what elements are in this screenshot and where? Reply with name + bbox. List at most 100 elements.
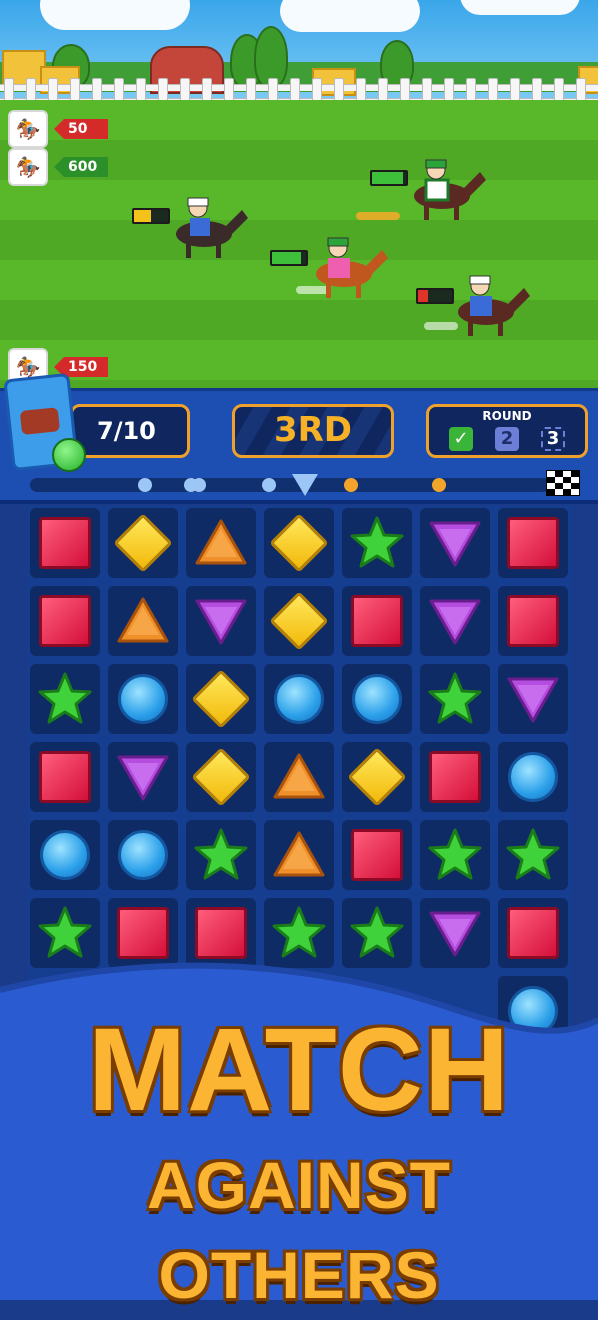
board-cell[interactable]: [186, 898, 256, 968]
red-gem-icon: [39, 517, 91, 569]
board-cell[interactable]: [186, 820, 256, 890]
board-cell[interactable]: [186, 742, 256, 812]
board-cell[interactable]: [108, 508, 178, 578]
board-cell[interactable]: [186, 664, 256, 734]
blue-gem-icon: [352, 674, 402, 724]
horse-racer: [176, 197, 248, 258]
red-gem-icon: [117, 907, 169, 959]
opponent-progress-marker: [262, 478, 276, 492]
board-cell[interactable]: [420, 586, 490, 656]
yellow-gem-icon: [113, 513, 173, 573]
board-cell[interactable]: [420, 508, 490, 578]
board-cell[interactable]: [108, 820, 178, 890]
red-gem-icon: [429, 751, 481, 803]
board-cell[interactable]: [186, 508, 256, 578]
red-gem-icon: [351, 829, 403, 881]
board-cell[interactable]: [30, 586, 100, 656]
board-cell[interactable]: [108, 664, 178, 734]
red-gem-icon: [351, 595, 403, 647]
cloud: [280, 0, 420, 32]
round-label: ROUND: [482, 409, 532, 423]
board-cell[interactable]: [420, 742, 490, 812]
board-cell[interactable]: [108, 898, 178, 968]
purple-gem-icon: [427, 905, 483, 961]
board-cell[interactable]: [108, 586, 178, 656]
red-gem-icon: [195, 907, 247, 959]
board-cell[interactable]: [264, 586, 334, 656]
board-cell[interactable]: [30, 898, 100, 968]
board-cell[interactable]: [30, 664, 100, 734]
race-progress-track: [30, 478, 550, 492]
yellow-gem-icon: [269, 513, 329, 573]
green-gem-icon: [427, 671, 483, 727]
board-cell[interactable]: [186, 586, 256, 656]
orange-gem-icon: [271, 827, 327, 883]
finish-flag-icon: [546, 470, 580, 496]
board-cell[interactable]: [420, 898, 490, 968]
purple-gem-icon: [427, 593, 483, 649]
board-cell[interactable]: [420, 820, 490, 890]
runner-row: 🏇 50: [8, 110, 108, 148]
board-cell[interactable]: [498, 586, 568, 656]
board-cell[interactable]: [264, 664, 334, 734]
board-cell[interactable]: [498, 742, 568, 812]
board-cell[interactable]: [264, 508, 334, 578]
yellow-gem-icon: [269, 591, 329, 651]
round-indicator: ROUND ✓ 2 3: [426, 404, 588, 458]
green-gem-icon: [37, 671, 93, 727]
board-cell[interactable]: [420, 664, 490, 734]
board-cell[interactable]: [342, 586, 412, 656]
board-cell[interactable]: [264, 820, 334, 890]
runner-score-tag: 50: [54, 119, 108, 139]
opponent-progress-marker: [138, 478, 152, 492]
red-gem-icon: [39, 595, 91, 647]
runner-row: 🏇 600: [8, 148, 108, 186]
dust-trail: [356, 212, 400, 220]
cloud: [40, 0, 190, 30]
orange-gem-icon: [193, 515, 249, 571]
orange-gem-icon: [115, 593, 171, 649]
board-cell[interactable]: [264, 742, 334, 812]
round-next: 3: [541, 427, 565, 451]
board-cell[interactable]: [30, 820, 100, 890]
checkpoint-marker: [432, 478, 446, 492]
green-gem-icon: [271, 905, 327, 961]
board-cell[interactable]: [342, 820, 412, 890]
red-gem-icon: [507, 517, 559, 569]
blue-gem-icon: [118, 830, 168, 880]
round-complete-check-icon: ✓: [449, 427, 473, 451]
opponent-progress-marker: [192, 478, 206, 492]
board-cell[interactable]: [342, 898, 412, 968]
board-cell[interactable]: [342, 508, 412, 578]
jockey-avatar: 🏇: [8, 148, 48, 186]
yellow-gem-icon: [191, 669, 251, 729]
red-gem-icon: [39, 751, 91, 803]
runner-score-tag: 600: [54, 157, 108, 177]
booster-ready-indicator: [52, 438, 86, 472]
rank-display: 3RD: [232, 404, 394, 458]
cloud: [460, 0, 580, 15]
blue-gem-icon: [40, 830, 90, 880]
orange-gem-icon: [271, 749, 327, 805]
blue-gem-icon: [274, 674, 324, 724]
blue-gem-icon: [508, 752, 558, 802]
board-cell[interactable]: [498, 898, 568, 968]
board-cell[interactable]: [30, 508, 100, 578]
yellow-gem-icon: [191, 747, 251, 807]
board-cell[interactable]: [342, 742, 412, 812]
board-cell[interactable]: [30, 742, 100, 812]
board-cell[interactable]: [498, 820, 568, 890]
board-cell[interactable]: [108, 742, 178, 812]
promo-title-line1: MATCH: [87, 1004, 511, 1136]
booster-counter: 7/10: [70, 404, 190, 458]
purple-gem-icon: [193, 593, 249, 649]
yellow-gem-icon: [347, 747, 407, 807]
board-cell[interactable]: [498, 664, 568, 734]
board-cell[interactable]: [498, 508, 568, 578]
rank-text: 3RD: [273, 410, 353, 450]
board-cell[interactable]: [342, 664, 412, 734]
board-cell[interactable]: [264, 898, 334, 968]
dynamite-icon: [19, 407, 61, 436]
red-gem-icon: [507, 907, 559, 959]
horse-racer: [316, 237, 388, 298]
